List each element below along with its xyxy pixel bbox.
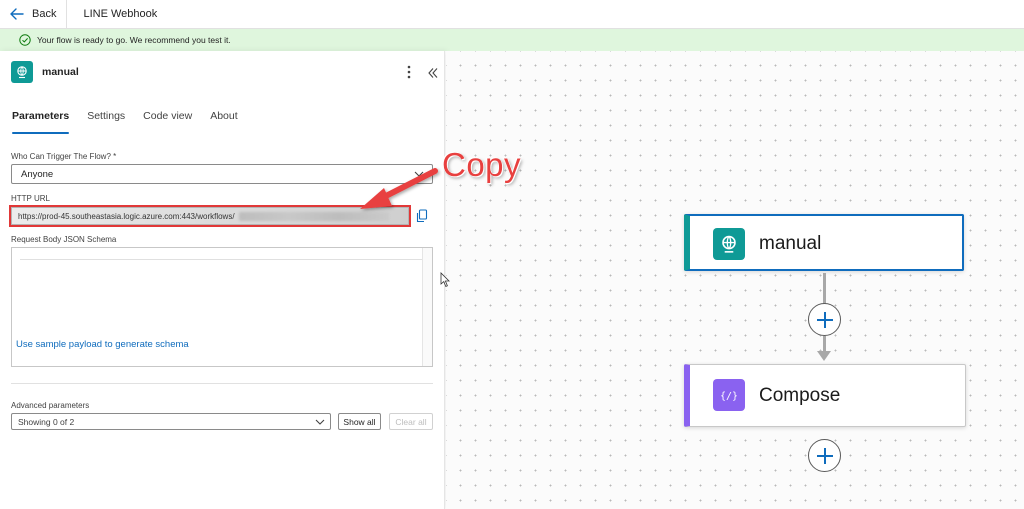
flow-title: LINE Webhook <box>83 8 158 20</box>
success-notification: Your flow is ready to go. We recommend y… <box>0 29 1024 51</box>
panel-header: manual <box>0 51 445 95</box>
panel-title: manual <box>42 66 79 78</box>
collapse-panel-icon[interactable] <box>427 67 439 79</box>
plus-icon <box>816 311 833 328</box>
redacted-url-portion <box>238 211 389 221</box>
add-step-button[interactable] <box>808 439 841 472</box>
copy-icon[interactable] <box>416 209 428 223</box>
http-url-field[interactable]: https://prod-45.southeastasia.logic.azur… <box>11 207 409 225</box>
check-circle-icon <box>19 34 31 46</box>
tab-settings[interactable]: Settings <box>87 110 125 134</box>
top-divider <box>66 0 68 29</box>
tab-parameters[interactable]: Parameters <box>12 110 70 134</box>
show-all-button[interactable]: Show all <box>338 413 381 430</box>
http-url-label: HTTP URL <box>11 194 50 203</box>
panel-tabs: Parameters Settings Code view About <box>12 110 256 134</box>
schema-editor-line <box>20 259 425 260</box>
mouse-cursor-icon <box>440 272 450 288</box>
advanced-params-select[interactable]: Showing 0 of 2 <box>11 413 331 430</box>
svg-text:{/}: {/} <box>720 391 738 402</box>
who-can-trigger-label: Who Can Trigger The Flow? * <box>11 152 117 161</box>
top-bar: Back LINE Webhook <box>0 0 1024 29</box>
action-card-compose[interactable]: {/} Compose <box>684 364 966 427</box>
clear-all-button[interactable]: Clear all <box>389 413 433 430</box>
card-title: Compose <box>759 385 841 406</box>
sample-payload-link[interactable]: Use sample payload to generate schema <box>16 339 189 350</box>
back-button[interactable]: Back <box>0 0 56 29</box>
tab-about[interactable]: About <box>210 110 237 134</box>
card-title: manual <box>759 233 822 254</box>
who-can-trigger-value: Anyone <box>21 168 54 180</box>
connector-arrow <box>817 351 831 361</box>
trigger-card-manual[interactable]: manual <box>684 214 964 271</box>
section-divider <box>11 383 433 384</box>
http-url-value: https://prod-45.southeastasia.logic.azur… <box>18 211 235 221</box>
plus-icon <box>816 447 833 464</box>
notification-text: Your flow is ready to go. We recommend y… <box>37 35 231 45</box>
http-trigger-icon <box>11 61 33 83</box>
chevron-down-icon <box>414 171 424 177</box>
tab-code-view[interactable]: Code view <box>143 110 192 134</box>
flow-canvas[interactable]: manual {/} Compose <box>446 51 1024 509</box>
compose-icon: {/} <box>713 379 745 411</box>
advanced-params-value: Showing 0 of 2 <box>18 416 75 427</box>
who-can-trigger-select[interactable]: Anyone <box>11 164 433 184</box>
http-trigger-icon <box>713 228 745 260</box>
arrow-left-icon <box>10 8 24 20</box>
advanced-params-label: Advanced parameters <box>11 401 90 410</box>
back-label: Back <box>32 8 57 20</box>
more-options-icon[interactable] <box>404 64 414 80</box>
annotation-copy-label: Copy <box>442 146 522 183</box>
schema-scrollbar[interactable] <box>422 248 432 366</box>
trigger-details-panel: manual Parameters Settings Code view Abo… <box>0 51 445 509</box>
chevron-down-icon <box>315 419 325 425</box>
insert-step-button[interactable] <box>808 303 841 336</box>
schema-label: Request Body JSON Schema <box>11 235 117 244</box>
